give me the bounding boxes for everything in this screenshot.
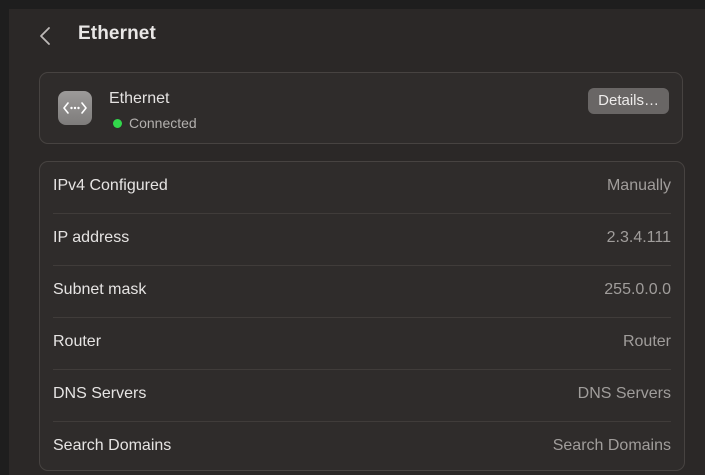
row-label: Router — [53, 333, 102, 350]
page-title: Ethernet — [78, 23, 156, 44]
details-button[interactable]: Details… — [588, 88, 669, 114]
row-value: Search Domains — [552, 437, 671, 454]
row-value: Manually — [606, 177, 671, 194]
ip-settings-list: IPv4 Configured Manually IP address 2.3.… — [39, 161, 685, 471]
row-label: IP address — [53, 229, 130, 246]
chevron-left-icon — [36, 23, 56, 49]
row-value: DNS Servers — [577, 385, 671, 402]
status-text: Connected — [129, 115, 197, 131]
ethernet-arrows-icon — [58, 91, 92, 125]
row-router[interactable]: Router Router — [40, 318, 684, 370]
row-ip-address[interactable]: IP address 2.3.4.111 — [40, 214, 684, 266]
row-ipv4-configured[interactable]: IPv4 Configured Manually — [40, 162, 684, 214]
status-dot-icon — [113, 118, 122, 128]
device-card: Ethernet Connected Details… — [39, 72, 683, 144]
row-label: Subnet mask — [53, 281, 147, 298]
row-label: IPv4 Configured — [53, 177, 168, 194]
row-search-domains[interactable]: Search Domains Search Domains — [40, 422, 684, 470]
row-label: DNS Servers — [53, 385, 147, 402]
back-button[interactable] — [36, 23, 56, 49]
settings-window: Ethernet Ethernet Connected Details… IPv… — [9, 9, 705, 475]
row-value: 2.3.4.111 — [606, 229, 671, 246]
row-subnet-mask[interactable]: Subnet mask 255.0.0.0 — [40, 266, 684, 318]
row-dns-servers[interactable]: DNS Servers DNS Servers — [40, 370, 684, 422]
device-name: Ethernet — [109, 90, 170, 107]
page-header: Ethernet — [9, 9, 705, 63]
row-label: Search Domains — [53, 437, 172, 454]
row-value: Router — [622, 333, 671, 350]
row-value: 255.0.0.0 — [604, 281, 671, 298]
connection-status: Connected — [113, 115, 197, 131]
